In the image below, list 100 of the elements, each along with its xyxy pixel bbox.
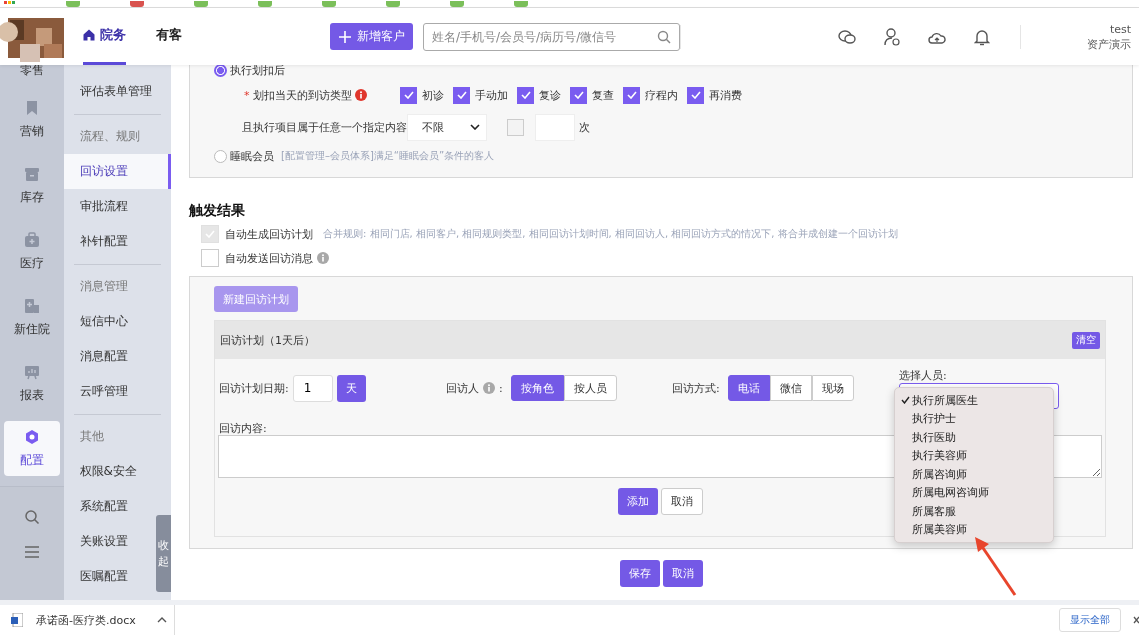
organization-name[interactable]: 资产演示 [1087, 36, 1131, 52]
search-field[interactable]: 姓名/手机号/会员号/病历号/微信号 [423, 22, 680, 51]
menu-icon[interactable] [23, 545, 40, 559]
submenu-item[interactable]: 系统配置 [63, 489, 155, 524]
checkbox[interactable] [570, 86, 587, 104]
rail-item[interactable]: 库存 [3, 153, 60, 219]
info-icon [317, 252, 329, 264]
segment-button[interactable]: 微信 [769, 375, 812, 401]
rail-item[interactable]: 新住院 [3, 285, 60, 351]
checkbox-label: 自动生成回访计划 [225, 226, 313, 242]
plus-icon [338, 30, 351, 43]
hexagon-icon [23, 428, 40, 445]
checkbox[interactable] [400, 86, 417, 104]
rail-item[interactable]: 配置 [3, 421, 60, 476]
checkbox-label: 初诊 [422, 87, 444, 103]
checkbox-label: 自动发送回访消息 [225, 250, 313, 266]
checkbox[interactable] [517, 86, 534, 104]
user-name[interactable]: test [1087, 21, 1131, 37]
show-all-button[interactable]: 显示全部 [1059, 608, 1121, 632]
segment-button[interactable]: 电话 [727, 375, 770, 401]
radio-button[interactable] [214, 149, 227, 163]
submenu-item[interactable]: 消息配置 [63, 339, 155, 374]
file-name[interactable]: 承诺函-医疗类.docx [36, 612, 136, 628]
cancel-button[interactable]: 取消 [662, 560, 703, 587]
field-label: 回访计划日期: [219, 380, 289, 396]
checkmark-icon [690, 91, 701, 99]
chevron-up-icon[interactable] [156, 617, 167, 623]
chat-icon[interactable] [838, 28, 856, 45]
field-label: 回访方式: [672, 380, 720, 396]
add-button[interactable]: 添加 [617, 488, 658, 515]
presentation-board-icon [23, 364, 40, 380]
field-label: 回访内容: [219, 421, 267, 436]
radio-label: 执行划扣后 [230, 62, 285, 78]
checkmark-icon [520, 91, 531, 99]
segment-button[interactable]: 按人员 [563, 375, 617, 401]
select-field[interactable]: 不限 [407, 113, 487, 141]
checkbox-label: 复查 [592, 87, 614, 103]
checkbox-label: 再消费 [709, 87, 742, 103]
submenu-item[interactable]: 补针配置 [63, 224, 155, 259]
cancel-button[interactable]: 取消 [660, 488, 703, 515]
document-icon [11, 613, 23, 627]
plan-title: 回访计划（1天后） [220, 332, 315, 348]
rail-item[interactable]: 报表 [3, 351, 60, 417]
rail-item[interactable]: 零售 [3, 65, 60, 87]
checkmark-icon [456, 91, 467, 99]
dropdown-option[interactable]: 所属美容师 [895, 520, 1053, 539]
nav-tab[interactable]: 有客 [156, 8, 182, 65]
hospital-icon [23, 298, 40, 314]
submenu-item[interactable]: 回访设置 [63, 154, 171, 189]
rail-item[interactable]: 医疗 [3, 219, 60, 285]
checkbox-label: 疗程内 [645, 87, 678, 103]
segment-button[interactable]: 现场 [811, 375, 854, 401]
search-icon[interactable] [23, 509, 40, 525]
submenu-item[interactable]: 评估表单管理 [63, 74, 155, 109]
archive-icon [23, 166, 40, 182]
radio-label: 睡眠会员 [230, 148, 274, 164]
unit-label: 次 [579, 119, 590, 135]
dropdown-option[interactable]: 所属客服 [895, 502, 1053, 521]
close-icon[interactable] [1133, 615, 1139, 625]
checkbox-label: 手动加 [475, 87, 508, 103]
submenu-item[interactable]: 关账设置 [63, 524, 155, 559]
checkbox-label: 复诊 [539, 87, 561, 103]
date-offset-field[interactable]: 1 [292, 374, 333, 402]
search-icon [657, 29, 671, 44]
home-icon [83, 29, 95, 41]
user-clock-icon[interactable] [884, 27, 900, 46]
menu-group-title: 其他 [78, 428, 105, 445]
dropdown-option[interactable]: 执行护士 [895, 409, 1053, 428]
dropdown-option[interactable]: 执行医助 [895, 428, 1053, 447]
checkbox[interactable] [507, 118, 524, 136]
chevron-down-icon [470, 124, 480, 130]
medical-kit-icon [23, 232, 40, 248]
segment-button[interactable]: 按角色 [510, 375, 564, 401]
save-button[interactable]: 保存 [619, 560, 660, 587]
submenu-item[interactable]: 权限&安全 [63, 454, 155, 489]
submenu-item[interactable]: 医嘱配置 [63, 559, 155, 594]
submenu-item[interactable]: 短信中心 [63, 304, 155, 339]
dropdown-option[interactable]: 执行所属医生 [895, 391, 1053, 410]
new-customer-button[interactable]: 新增客户 [330, 23, 413, 50]
apps-icon [4, 1, 16, 7]
submenu-item[interactable]: 云呼管理 [63, 374, 155, 409]
clear-button[interactable]: 清空 [1072, 331, 1100, 349]
menu-group-title: 消息管理 [78, 278, 129, 295]
dropdown-option[interactable]: 所属咨询师 [895, 465, 1053, 484]
info-icon [483, 382, 495, 394]
bell-icon[interactable] [974, 27, 990, 46]
checkbox[interactable] [623, 86, 640, 104]
submenu-item[interactable]: 审批流程 [63, 189, 155, 224]
dropdown-option[interactable]: 所属电网咨询师 [895, 483, 1053, 502]
unit-button[interactable]: 天 [336, 374, 366, 402]
field-label: 且执行项目属于任意一个指定内容 [242, 119, 407, 135]
checkbox[interactable] [201, 249, 219, 267]
checkbox[interactable] [453, 86, 470, 104]
checkmark-icon [403, 91, 414, 99]
dropdown-option[interactable]: 执行美容师 [895, 446, 1053, 465]
rail-item[interactable]: 营销 [3, 87, 60, 153]
checkmark-icon [626, 91, 637, 99]
checkbox[interactable] [687, 86, 704, 104]
field-label: 回访人 [446, 380, 479, 396]
section-title: 触发结果 [189, 202, 246, 220]
